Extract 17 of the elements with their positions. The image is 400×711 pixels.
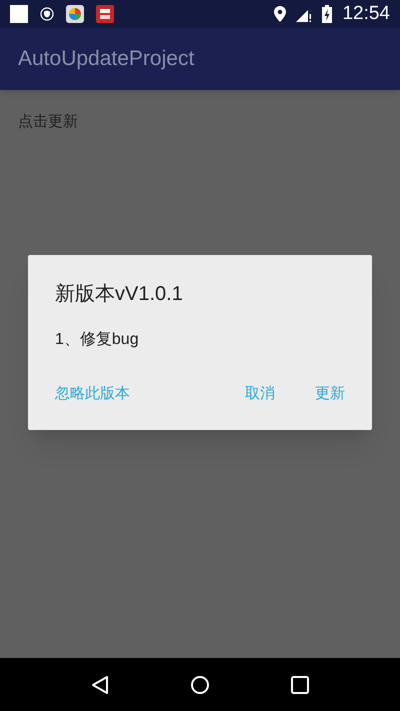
- recents-icon[interactable]: [291, 676, 310, 694]
- dialog-button[interactable]: 更新: [315, 383, 345, 406]
- colorful-app-icon: [66, 5, 84, 23]
- battery-charging-icon: [322, 5, 332, 23]
- app-title: AutoUpdateProject: [18, 46, 194, 72]
- shield-icon: [40, 7, 54, 21]
- dialog-button[interactable]: 忽略此版本: [55, 383, 130, 406]
- location-icon: [274, 6, 286, 22]
- notification-square-icon: [10, 5, 28, 23]
- home-icon[interactable]: [190, 674, 210, 694]
- dialog-message: 1、修复bug: [55, 330, 140, 350]
- calendar-app-icon: [96, 5, 114, 23]
- dialog-button[interactable]: 取消: [245, 383, 275, 406]
- dialog-title: 新版本vV1.0.1: [55, 282, 184, 307]
- clock-time: 12:54: [342, 2, 390, 26]
- update-label: 点击更新: [18, 113, 78, 130]
- back-icon[interactable]: [90, 674, 109, 694]
